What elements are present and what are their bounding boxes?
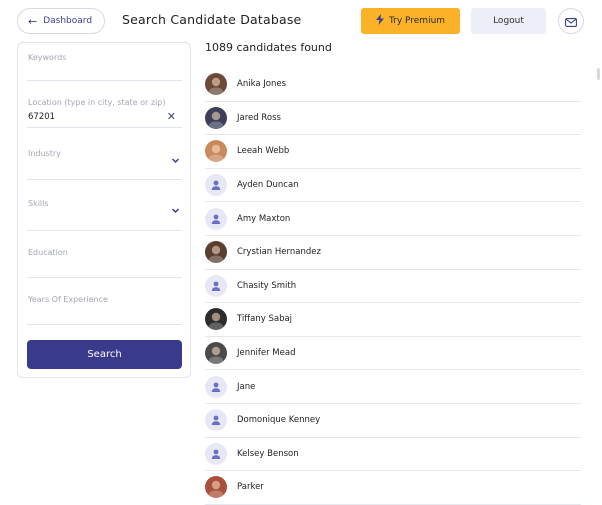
candidate-row[interactable]: Jane [205,370,581,404]
skills-select[interactable]: Skills [27,197,182,231]
candidate-list: Anika Jones Jared Ross Leeah Webb Ayden Dun… [205,68,581,505]
candidate-row[interactable]: Jennifer Mead [205,337,581,371]
avatar [205,476,227,499]
candidate-name[interactable]: Crystian Hernandez [237,247,321,257]
filter-panel: Keywords Location (type in city, state o… [17,42,191,378]
candidate-row[interactable]: Kelsey Benson [205,438,581,472]
chevron-down-icon [171,150,180,164]
avatar [205,140,227,163]
candidate-row[interactable]: Anika Jones [205,68,581,102]
candidate-name[interactable]: Tiffany Sabaj [237,314,292,324]
candidate-name[interactable]: Leeah Webb [237,146,289,156]
arrow-left-icon: ← [28,14,38,28]
search-button[interactable]: Search [27,340,182,369]
industry-select[interactable]: Industry [27,147,182,180]
candidate-row[interactable]: Ayden Duncan [205,169,581,203]
candidate-name[interactable]: Parker [237,482,264,492]
chevron-down-icon [171,200,180,214]
candidate-row[interactable]: Domonique Kenney [205,404,581,438]
default-avatar-icon [205,442,227,465]
messages-button[interactable] [558,8,584,34]
candidate-name[interactable]: Anika Jones [237,79,286,89]
scrollbar[interactable] [597,68,600,80]
top-bar: ← Dashboard Search Candidate Database Tr… [0,0,602,42]
lightning-icon [375,14,384,28]
default-avatar-icon [205,207,227,230]
candidate-row[interactable]: Leeah Webb [205,135,581,169]
logout-button[interactable]: Logout [471,8,546,34]
candidate-name[interactable]: Amy Maxton [237,214,290,224]
candidate-row[interactable]: Parker [205,471,581,505]
clear-location-icon[interactable]: ✕ [167,110,176,123]
location-field[interactable]: Location (type in city, state or zip) 67… [27,98,182,128]
candidate-row[interactable]: Jared Ross [205,102,581,136]
candidate-name[interactable]: Ayden Duncan [237,180,299,190]
skills-placeholder: Skills [28,199,49,208]
education-field[interactable]: Education [27,246,182,278]
default-avatar-icon [205,274,227,297]
location-placeholder: Location (type in city, state or zip) [28,98,166,107]
avatar [205,342,227,365]
avatar [205,241,227,264]
avatar [205,308,227,331]
candidate-name[interactable]: Jane [237,382,255,392]
try-premium-label: Try Premium [388,16,446,26]
experience-field[interactable]: Years Of Experience [27,293,182,325]
candidate-name[interactable]: Chasity Smith [237,281,296,291]
location-value: 67201 [28,112,56,122]
keywords-field[interactable]: Keywords [27,51,182,81]
candidate-row[interactable]: Tiffany Sabaj [205,303,581,337]
default-avatar-icon [205,174,227,197]
avatar [205,106,227,129]
education-placeholder: Education [28,248,68,257]
candidate-name[interactable]: Domonique Kenney [237,415,320,425]
dashboard-label: Dashboard [43,16,93,26]
try-premium-button[interactable]: Try Premium [361,8,460,34]
logout-label: Logout [493,16,524,26]
candidate-row[interactable]: Chasity Smith [205,270,581,304]
experience-placeholder: Years Of Experience [28,295,108,304]
industry-placeholder: Industry [28,149,61,158]
keywords-placeholder: Keywords [28,53,67,62]
mail-icon [565,12,577,31]
dashboard-button[interactable]: ← Dashboard [17,8,105,34]
candidate-row[interactable]: Crystian Hernandez [205,236,581,270]
default-avatar-icon [205,409,227,432]
candidate-name[interactable]: Jared Ross [237,113,281,123]
candidate-name[interactable]: Jennifer Mead [237,348,295,358]
default-avatar-icon [205,375,227,398]
page-title: Search Candidate Database [122,12,302,27]
candidate-name[interactable]: Kelsey Benson [237,449,299,459]
results-count: 1089 candidates found [205,41,332,54]
candidate-row[interactable]: Amy Maxton [205,202,581,236]
avatar [205,73,227,96]
